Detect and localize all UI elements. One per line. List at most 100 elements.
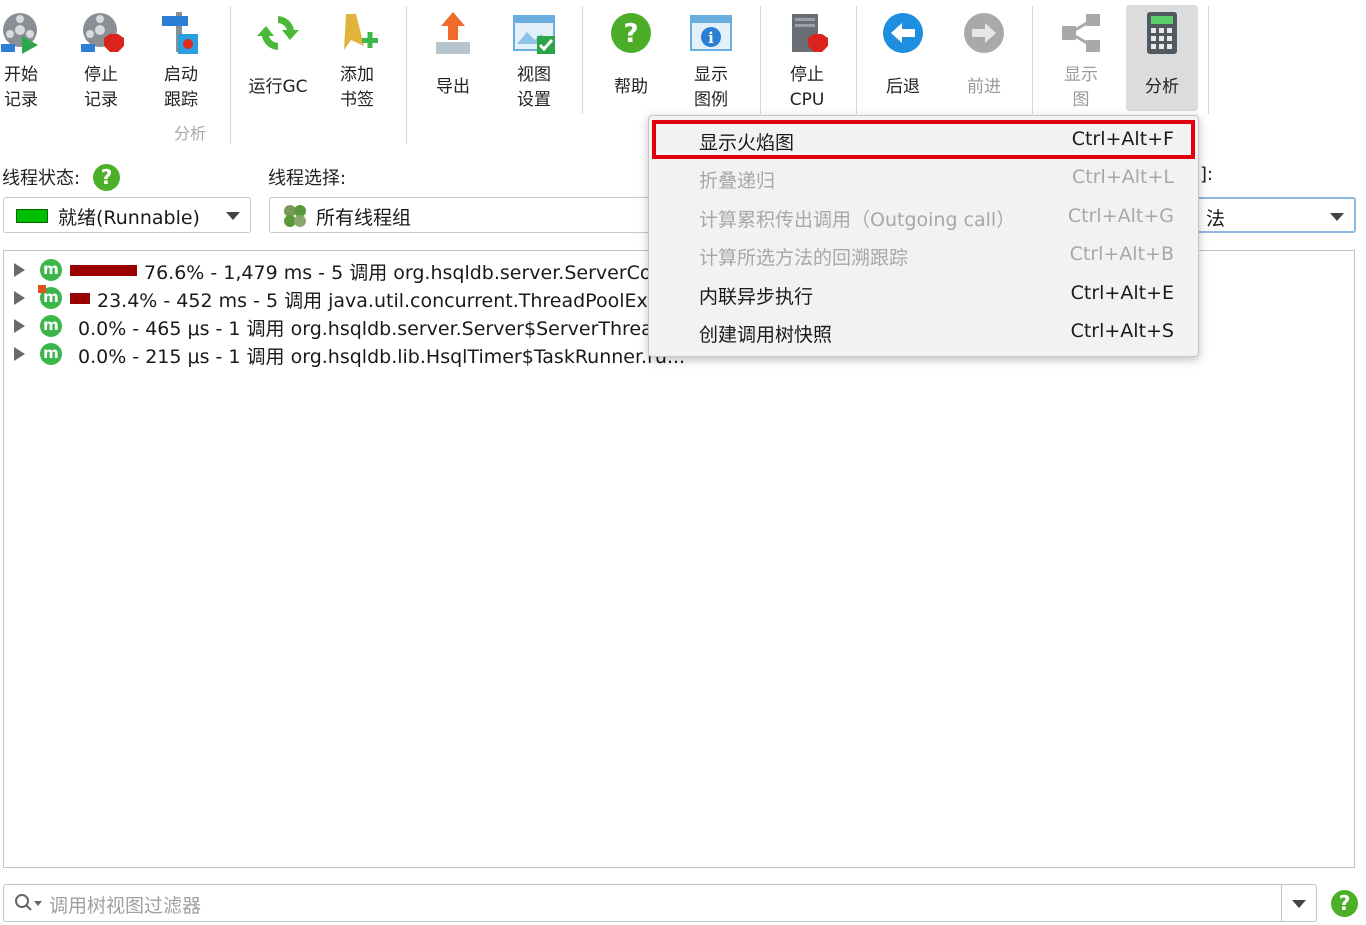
method-icon: m [40,343,62,365]
menu-item-label: 计算所选方法的回溯跟踪 [699,247,909,269]
export-icon [436,12,470,54]
bookmark-add-icon [344,14,378,50]
percent-bar [70,265,137,276]
run-gc-label: 运行GC [248,77,308,97]
stop-recording-button[interactable]: 停止 记录 [78,5,124,111]
chevron-down-icon [1292,900,1306,908]
thread-select-label: 线程选择: [268,168,347,189]
runnable-color-swatch [16,209,48,223]
tracking-icon [162,12,198,54]
menu-item-shortcut: Ctrl+Alt+L [1072,166,1174,188]
filter-input[interactable]: 调用树视图过滤器 [49,891,201,918]
tree-row-text: 76.6% - 1,479 ms - 5 调用 org.hsqldb.serve… [144,262,676,284]
film-reel-stop-icon [81,13,124,52]
thread-status-value: 就绪(Runnable) [58,207,200,229]
async-marker-icon [38,285,46,293]
svg-text:i: i [708,29,714,47]
run-gc-button[interactable]: 运行GC [244,5,312,111]
expand-arrow-icon[interactable] [14,263,25,277]
back-arrow-icon [883,13,923,53]
method-icon: m [40,259,62,281]
help-label: 帮助 [614,77,648,97]
forward-label: 前进 [967,77,1001,97]
legend-info-icon: i [690,15,732,51]
menu-item-shortcut: Ctrl+Alt+S [1070,320,1174,342]
chevron-down-icon [1330,213,1344,221]
menu-item-label: 计算累积传出调用（Outgoing call） [699,209,1016,231]
filter-dropdown-button[interactable] [1281,885,1316,921]
stop-cpu-label: 停止 CPU [789,65,825,110]
thread-select-value: 所有线程组 [316,207,412,229]
stop-recording-label: 停止 记录 [84,65,118,110]
analyze-button[interactable]: 分析 [1126,5,1198,111]
expand-arrow-icon[interactable] [14,291,25,305]
menu-item-shortcut: Ctrl+Alt+G [1067,205,1174,227]
search-icon [15,894,42,911]
forward-arrow-icon [964,13,1004,53]
tree-row-text: 23.4% - 452 ms - 5 调用 java.util.concurre… [97,290,670,312]
forward-button[interactable]: 前进 [960,5,1008,111]
start-recording-button[interactable]: 开始 记录 [0,5,42,111]
start-tracking-button[interactable]: 启动 跟踪 [156,5,206,111]
menu-item-label: 折叠递归 [699,170,776,192]
graph-share-icon [1062,14,1100,52]
menu-item-label: 内联异步执行 [699,286,814,308]
stop-cpu-button[interactable]: 停止 CPU [784,5,830,111]
tree-row-text: 0.0% - 215 μs - 1 调用 org.hsqldb.lib.Hsql… [78,346,686,368]
thread-group-icon [284,205,306,227]
aggregation-value: 法 [1206,208,1226,230]
cpu-stop-icon [792,14,828,52]
add-bookmark-label: 添加 书签 [340,65,374,110]
thread-status-select[interactable]: 就绪(Runnable) [3,197,251,233]
tree-row-text: 0.0% - 465 μs - 1 调用 org.hsqldb.server.S… [78,318,679,340]
filter-help-icon[interactable]: ? [1331,890,1358,917]
recycle-icon [257,16,299,50]
help-button[interactable]: ? 帮助 [608,5,654,111]
film-reel-play-icon [1,13,38,54]
back-button[interactable]: 后退 [880,5,926,111]
menu-item-label: 创建调用树快照 [699,324,833,346]
expand-arrow-icon[interactable] [14,347,25,361]
start-recording-label: 开始 记录 [4,65,38,110]
show-graph-label: 显示 图 [1064,65,1098,110]
export-label: 导出 [436,77,470,97]
aggregation-label: ]: [1200,164,1214,185]
add-bookmark-button[interactable]: 添加 书签 [334,5,380,111]
thread-select[interactable]: 所有线程组 [269,197,709,233]
view-settings-button[interactable]: 视图 设置 [510,5,558,111]
show-legend-label: 显示 图例 [694,65,728,110]
menu-item-outgoing-calls[interactable]: 计算累积传出调用（Outgoing call） Ctrl+Alt+G [649,198,1198,236]
help-icon: ? [611,13,651,53]
menu-item-fold-recursion[interactable]: 折叠递归 Ctrl+Alt+L [649,159,1198,197]
show-legend-button[interactable]: i 显示 图例 [686,5,736,111]
toolbar-separator [1208,6,1209,114]
highlight-box [652,120,1195,159]
menu-item-snapshot[interactable]: 创建调用树快照 Ctrl+Alt+S [649,313,1198,351]
start-tracking-label: 启动 跟踪 [164,65,198,110]
analyze-label: 分析 [1145,77,1179,97]
percent-bar [70,293,90,304]
svg-text:?: ? [623,19,638,49]
toolbar-separator [856,6,857,114]
toolbar-separator [582,6,583,114]
thread-status-label: 线程状态: [2,168,81,189]
view-settings-label: 视图 设置 [517,65,551,110]
show-graph-button[interactable]: 显示 图 [1056,5,1106,111]
calculator-icon [1147,12,1177,54]
method-icon: m [40,315,62,337]
view-settings-icon [513,15,555,54]
menu-item-shortcut: Ctrl+Alt+E [1070,282,1174,304]
export-button[interactable]: 导出 [430,5,476,111]
toolbar-separator [1032,6,1033,114]
toolbar-group-label: 分析 [173,124,206,143]
menu-item-inline-async[interactable]: 内联异步执行 Ctrl+Alt+E [649,275,1198,313]
menu-item-backtraces[interactable]: 计算所选方法的回溯跟踪 Ctrl+Alt+B [649,236,1198,274]
menu-item-shortcut: Ctrl+Alt+B [1069,243,1174,265]
toolbar-separator [230,6,231,144]
toolbar-separator [760,6,761,114]
back-label: 后退 [886,77,920,97]
expand-arrow-icon[interactable] [14,319,25,333]
chevron-down-icon [226,212,240,220]
thread-status-help-icon[interactable]: ? [93,164,120,191]
call-tree-filter[interactable]: 调用树视图过滤器 [3,884,1317,922]
